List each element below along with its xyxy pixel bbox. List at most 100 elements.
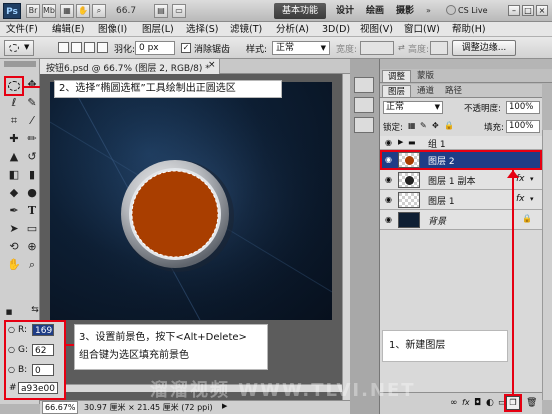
menu-view[interactable]: 视图(V)	[360, 23, 393, 36]
healing-brush-tool-icon[interactable]: ✚	[6, 131, 22, 147]
default-colors-icon[interactable]: ■	[4, 307, 14, 317]
menu-file[interactable]: 文件(F)	[6, 23, 38, 36]
r-value-input[interactable]: 169	[32, 324, 54, 336]
tab-masks[interactable]: 蒙版	[412, 70, 439, 82]
menu-filter[interactable]: 滤镜(T)	[230, 23, 262, 36]
add-style-icon[interactable]: fx	[462, 398, 470, 407]
eyedropper-tool-icon[interactable]: ⁄	[24, 113, 40, 129]
blur-tool-icon[interactable]: ◆	[6, 185, 22, 201]
layer-row-layer-1[interactable]: ◉ 图层 1 fx ▾	[380, 190, 542, 210]
document-tab[interactable]: 按钮6.psd @ 66.7% (图层 2, RGB/8) * ×	[40, 59, 220, 74]
workspace-essentials-button[interactable]: 基本功能	[274, 3, 326, 19]
minibridge-button[interactable]: Mb	[42, 4, 56, 18]
character-panel-icon[interactable]	[354, 117, 374, 133]
visibility-eye-icon[interactable]: ◉	[383, 175, 394, 185]
b-radio-icon[interactable]: ○	[8, 365, 15, 374]
3d-rotate-tool-icon[interactable]: ⟲	[6, 239, 22, 255]
feather-input[interactable]: 0 px	[135, 41, 175, 55]
zoom-view-icon[interactable]: ⌕	[92, 4, 106, 18]
visibility-eye-icon[interactable]: ◉	[383, 195, 394, 205]
path-selection-tool-icon[interactable]: ➤	[6, 221, 22, 237]
refine-edge-button[interactable]: 调整边缘...	[452, 40, 516, 56]
fill-input[interactable]: 100%	[506, 120, 540, 133]
toolbox-grip[interactable]	[4, 61, 36, 67]
canvas-vscroll[interactable]	[342, 74, 350, 400]
g-radio-icon[interactable]: ○	[8, 345, 15, 354]
visibility-eye-icon[interactable]: ◉	[383, 138, 394, 148]
menu-image[interactable]: 图像(I)	[98, 23, 127, 36]
r-radio-icon[interactable]: ○	[8, 325, 15, 334]
add-mask-icon[interactable]: ◘	[474, 398, 481, 408]
lock-position-icon[interactable]: ✥	[432, 121, 439, 130]
tab-layers[interactable]: 图层	[382, 85, 412, 97]
maximize-button[interactable]: □	[522, 5, 534, 16]
document-close-icon[interactable]: ×	[208, 60, 216, 70]
eraser-tool-icon[interactable]: ◧	[6, 167, 22, 183]
delete-layer-icon[interactable]: 🗑	[526, 398, 537, 408]
effects-expand-icon[interactable]: ▾	[530, 175, 534, 183]
tab-channels[interactable]: 通道	[412, 85, 439, 97]
subtract-from-selection-icon[interactable]	[84, 42, 95, 53]
lock-all-icon[interactable]: 🔒	[444, 121, 454, 130]
visibility-eye-icon[interactable]: ◉	[383, 215, 394, 225]
history-brush-tool-icon[interactable]: ↺	[24, 149, 40, 165]
guides-icon[interactable]: ▦	[60, 4, 74, 18]
lock-pixels-icon[interactable]: ✎	[420, 121, 427, 130]
zoom-level[interactable]: 66.7	[116, 4, 150, 18]
tool-preset-picker[interactable]: ▼	[4, 40, 34, 56]
history-panel-icon[interactable]	[354, 77, 374, 93]
screen-mode-icon[interactable]: ▭	[172, 4, 186, 18]
minimize-button[interactable]: –	[508, 5, 520, 16]
workspace-painting-tab[interactable]: 绘画	[366, 3, 384, 19]
type-tool-icon[interactable]: T	[24, 203, 40, 219]
dodge-tool-icon[interactable]: ●	[24, 185, 40, 201]
hex-value-input[interactable]: a93e00	[18, 382, 58, 394]
workspace-more-icon[interactable]: »	[426, 6, 431, 15]
new-selection-icon[interactable]	[58, 42, 69, 53]
menu-analysis[interactable]: 分析(A)	[276, 23, 309, 36]
clone-stamp-tool-icon[interactable]: ▲	[6, 149, 22, 165]
link-layers-icon[interactable]: ∞	[450, 398, 458, 408]
swap-colors-icon[interactable]: ⇆	[30, 305, 40, 315]
cs-live-button[interactable]: CS Live	[458, 4, 506, 18]
menu-layer[interactable]: 图层(L)	[142, 23, 174, 36]
brush-tool-icon[interactable]: ✏	[24, 131, 40, 147]
tab-adjustments[interactable]: 调整	[382, 70, 412, 82]
pen-tool-icon[interactable]: ✒	[6, 203, 22, 219]
workspace-design-tab[interactable]: 设计	[336, 3, 354, 19]
status-menu-icon[interactable]: ▶	[222, 402, 227, 410]
antialias-checkbox[interactable]: ✓	[181, 43, 191, 53]
arrange-documents-icon[interactable]: ▤	[154, 4, 168, 18]
add-to-selection-icon[interactable]	[71, 42, 82, 53]
close-button[interactable]: ×	[536, 5, 548, 16]
lasso-tool-icon[interactable]: ℓ	[6, 95, 22, 111]
ellipse-marquee-tool-icon[interactable]	[8, 81, 20, 91]
gradient-tool-icon[interactable]: ▮	[24, 167, 40, 183]
layer-effects-icon[interactable]: fx	[516, 194, 525, 204]
zoom-tool-icon[interactable]: ⌕	[24, 257, 40, 273]
hand-view-icon[interactable]: ✋	[76, 4, 90, 18]
layer-row-group[interactable]: ◉ ▶ ▬ 组 1	[380, 136, 542, 150]
actions-panel-icon[interactable]	[354, 97, 374, 113]
document-canvas[interactable]	[50, 82, 332, 320]
menu-select[interactable]: 选择(S)	[186, 23, 218, 36]
menu-help[interactable]: 帮助(H)	[452, 23, 486, 36]
effects-expand-icon[interactable]: ▾	[530, 195, 534, 203]
b-value-input[interactable]: 0	[32, 364, 54, 376]
intersect-selection-icon[interactable]	[97, 42, 108, 53]
g-value-input[interactable]: 62	[32, 344, 54, 356]
tab-paths[interactable]: 路径	[440, 85, 467, 97]
menu-3d[interactable]: 3D(D)	[322, 23, 350, 36]
status-zoom-input[interactable]: 66.67%	[42, 401, 78, 414]
group-expand-icon[interactable]: ▶	[398, 138, 403, 146]
shape-tool-icon[interactable]: ▭	[24, 221, 40, 237]
blend-mode-select[interactable]: 正常 ▼	[383, 101, 443, 114]
style-select[interactable]: 正常 ▼	[272, 41, 330, 55]
menu-edit[interactable]: 编辑(E)	[52, 23, 84, 36]
crop-tool-icon[interactable]: ⌗	[6, 113, 22, 129]
adjustment-layer-icon[interactable]: ◐	[486, 398, 494, 408]
layers-vscroll[interactable]	[542, 130, 552, 400]
workspace-photography-tab[interactable]: 摄影	[396, 3, 414, 19]
3d-orbit-tool-icon[interactable]: ⊕	[24, 239, 40, 255]
move-tool-icon[interactable]: ✥	[24, 77, 40, 93]
